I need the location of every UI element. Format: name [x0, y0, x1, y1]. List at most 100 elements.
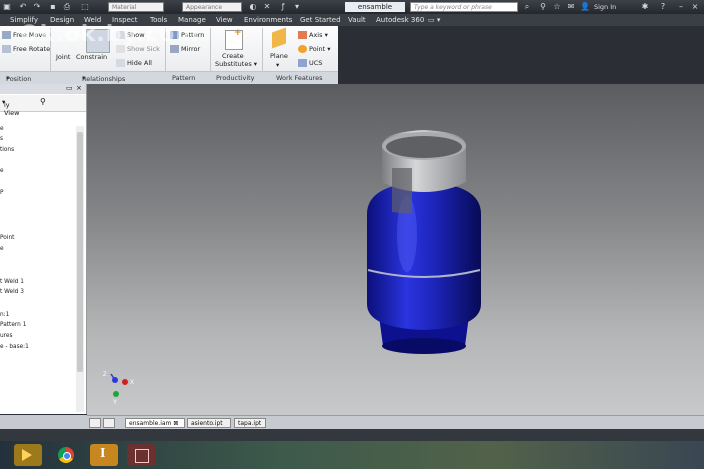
document-tabs: ensamble.iam ⊠ asiento.ipt tapa.ipt — [87, 415, 704, 430]
chart-glyph — [135, 449, 149, 463]
subscription-icon[interactable]: ☆ — [552, 2, 562, 12]
gas-cylinder[interactable] — [367, 130, 481, 354]
tab-ensamble[interactable]: ensamble.iam ⊠ — [125, 418, 185, 428]
create-button[interactable]: Create — [222, 52, 244, 60]
free-move-icon — [2, 31, 11, 39]
tree-item[interactable]: s — [0, 136, 3, 142]
inventor-logo: I — [100, 446, 106, 461]
constrain-button[interactable]: Constrain — [76, 53, 107, 61]
title-bar: ▣ ↶ ↷ ▪ ⎙ ⬚ Material Appearance ◐ ✕ ƒ ▾ … — [0, 0, 704, 14]
material-combo[interactable]: Material — [108, 2, 164, 12]
save-icon[interactable]: ▪ — [48, 2, 58, 12]
productivity-panel-label[interactable]: Productivity — [216, 73, 255, 83]
tree-item[interactable]: e - base:1 — [0, 344, 29, 350]
watermark: Ok.ok.by.com — [20, 22, 200, 47]
ribbon-panel-labels: Position ▾ Relationships ▾ Pattern Produ… — [0, 71, 338, 84]
plane-button[interactable]: Plane — [270, 52, 288, 60]
substitutes-button[interactable]: Substitutes ▾ — [215, 60, 257, 68]
browser-view-selector[interactable]: ly View ▾ ⚲ — [0, 95, 86, 117]
ucs-button[interactable]: UCS — [298, 59, 322, 67]
view-label: ly View ▾ — [2, 98, 20, 117]
tree-item[interactable]: t Weld 1 — [0, 279, 24, 285]
select-icon[interactable]: ⬚ — [80, 2, 90, 12]
browser-close-icon[interactable]: × — [76, 84, 82, 92]
triad-y-axis — [113, 391, 119, 397]
chrome-icon[interactable] — [53, 444, 81, 466]
relationships-panel-label[interactable]: Relationships ▾ — [82, 73, 125, 83]
inventor-icon[interactable]: I — [90, 444, 118, 466]
tree-item[interactable]: Point — [0, 235, 14, 241]
browser-footer — [0, 415, 87, 429]
minimize-icon[interactable]: – — [676, 2, 686, 12]
tree-item[interactable]: P — [0, 190, 4, 196]
tab-vault[interactable]: Vault — [348, 14, 366, 26]
free-rotate-icon — [2, 45, 11, 53]
position-panel-label[interactable]: Position ▾ — [6, 73, 31, 83]
hide-all-icon — [116, 59, 125, 67]
tree-item[interactable]: tions — [0, 147, 14, 153]
pattern-panel-label[interactable]: Pattern — [172, 73, 195, 83]
point-button[interactable]: Point ▾ — [298, 45, 330, 53]
plane-dropdown-icon[interactable]: ▾ — [276, 61, 279, 69]
fx-icon[interactable]: ƒ — [278, 2, 288, 12]
browser-menu-icon[interactable]: ▭ — [66, 84, 73, 92]
cascade-icon[interactable] — [103, 418, 115, 428]
triad-x-axis — [122, 379, 128, 385]
browser-header: ▭ × — [0, 84, 86, 94]
binoculars-icon[interactable]: ⚲ — [538, 2, 548, 12]
tab-get-started[interactable]: Get Started — [300, 14, 341, 26]
search-icon[interactable]: ⌕ — [522, 2, 532, 12]
app-menu-icon[interactable]: ▣ — [2, 2, 12, 12]
dropdown-icon[interactable]: ▾ — [292, 2, 302, 12]
tab-autodesk-360[interactable]: Autodesk 360 — [376, 14, 424, 26]
tab-asiento[interactable]: asiento.ipt — [187, 418, 231, 428]
tree-item[interactable]: e — [0, 126, 4, 132]
undo-icon[interactable]: ↶ — [18, 2, 28, 12]
axis-icon — [298, 31, 307, 39]
clear-icon[interactable]: ✕ — [262, 2, 272, 12]
help-icon[interactable]: ? — [658, 2, 668, 12]
color-icon[interactable]: ◐ — [248, 2, 258, 12]
handle-ring-inner — [386, 136, 462, 158]
binoculars-icon[interactable]: ⚲ — [40, 97, 46, 106]
cylinder-body — [367, 182, 481, 330]
triad-z-axis — [112, 377, 118, 383]
os-taskbar: I — [0, 441, 704, 469]
tree-item[interactable]: Pattern 1 — [0, 322, 26, 328]
tree-item[interactable]: t Weld 3 — [0, 289, 24, 295]
ucs-icon — [298, 59, 307, 67]
media-player-icon[interactable] — [14, 444, 42, 466]
communication-icon[interactable]: ✉ — [566, 2, 576, 12]
tab-environments[interactable]: Environments — [244, 14, 292, 26]
browser-scrollbar-thumb[interactable] — [77, 132, 83, 372]
tile-icon[interactable] — [89, 418, 101, 428]
tab-view[interactable]: View — [216, 14, 233, 26]
triad-y-label: Y — [113, 400, 117, 406]
statistics-icon[interactable] — [127, 444, 155, 466]
tree-item[interactable]: ures — [0, 333, 13, 339]
tree-item[interactable]: e — [0, 246, 4, 252]
tree-item[interactable]: n:1 — [0, 312, 9, 318]
joint-button[interactable]: Joint — [56, 53, 70, 61]
tab-tapa[interactable]: tapa.ipt — [234, 418, 266, 428]
sign-in-link[interactable]: Sign In — [594, 2, 616, 12]
model-browser: ▭ × ly View ▾ ⚲ e s tions e P Point e t … — [0, 84, 87, 414]
work-features-panel-label[interactable]: Work Features — [276, 73, 322, 83]
handle-ring-window — [392, 168, 412, 214]
triad-z-label: Z — [103, 372, 107, 378]
close-icon[interactable]: × — [690, 2, 700, 12]
user-icon[interactable]: 👤 — [580, 2, 590, 12]
axis-button[interactable]: Axis ▾ — [298, 31, 328, 39]
tree-item[interactable]: e — [0, 168, 4, 174]
tab-overflow-icon[interactable]: ▭ ▾ — [428, 14, 440, 26]
graphics-viewport[interactable]: Z X Y — [87, 84, 704, 415]
chrome-center — [63, 452, 71, 460]
model-view: Z X Y — [103, 130, 481, 406]
view-triad[interactable]: Z X Y — [103, 372, 134, 406]
exchange-icon[interactable]: ✱ — [640, 2, 650, 12]
redo-icon[interactable]: ↷ — [32, 2, 42, 12]
print-icon[interactable]: ⎙ — [62, 2, 72, 12]
search-input[interactable]: Type a keyword or phrase — [410, 2, 518, 12]
hide-all-button[interactable]: Hide All — [116, 59, 152, 67]
appearance-combo[interactable]: Appearance — [182, 2, 242, 12]
